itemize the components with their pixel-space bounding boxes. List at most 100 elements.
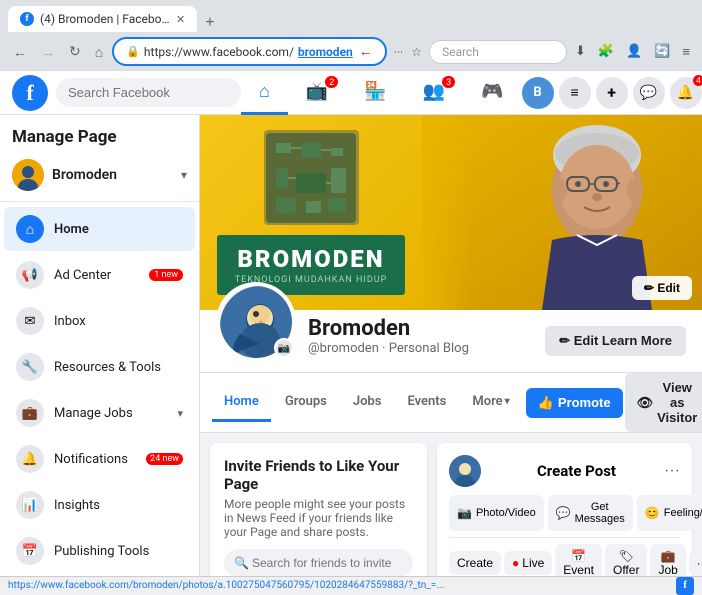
page-content: BROMODEN TEKNOLOGI MUDAHKAN HIDUP — [200, 115, 702, 576]
sidebar-item-notifications[interactable]: 🔔 Notifications 24 new — [4, 437, 195, 481]
page-tab-home[interactable]: Home — [212, 384, 271, 422]
tab-favicon: f — [20, 12, 34, 26]
view-as-visitor-button[interactable]: 👁 View as Visitor — [625, 373, 702, 432]
fb-add-btn[interactable]: + — [596, 77, 628, 109]
notifications-badge: 24 new — [146, 453, 183, 465]
invite-card: Invite Friends to Like Your Page More pe… — [210, 443, 427, 576]
sync-icon[interactable]: 🔄 — [650, 42, 674, 61]
event-button[interactable]: 📅 Event — [555, 544, 602, 576]
status-url: https://www.facebook.com/bromoden/photos… — [8, 580, 444, 591]
new-tab-button[interactable]: + — [197, 14, 222, 32]
content-right: Create Post ··· 📷 Photo/Video 💬 Get Mess… — [437, 443, 692, 576]
sidebar-item-label: Notifications — [54, 452, 136, 467]
photo-video-button[interactable]: 📷 Photo/Video — [449, 495, 544, 531]
address-bar-row: ← → ↻ ⌂ 🔒 https://www.facebook.com/ brom… — [0, 32, 702, 71]
publishing-tools-icon: 📅 — [16, 537, 44, 565]
forward-button[interactable]: → — [36, 41, 60, 63]
page-tab-events[interactable]: Events — [395, 384, 458, 422]
fb-messenger-btn[interactable]: 💬 — [633, 77, 665, 109]
page-tab-groups[interactable]: Groups — [273, 384, 339, 422]
extensions-icon[interactable]: ··· — [391, 43, 406, 61]
refresh-button[interactable]: ↻ — [64, 40, 86, 63]
profile-section: 📷 Bromoden @bromoden · Personal Blog ✏ E… — [200, 310, 702, 373]
fb-bell-btn[interactable]: 🔔 4 — [670, 77, 702, 109]
main-layout: Manage Page Bromoden ▾ ⌂ Home 📢 Ad Cente… — [0, 115, 702, 576]
cover-circuit-board — [264, 130, 359, 225]
promote-tab-button[interactable]: 👍 Promote — [526, 388, 623, 418]
active-tab[interactable]: f (4) Bromoden | Facebook ✕ — [8, 6, 197, 32]
fb-nav-gaming[interactable]: 🎮 — [463, 71, 521, 115]
cover-area: BROMODEN TEKNOLOGI MUDAHKAN HIDUP — [200, 115, 702, 310]
toolbar-icons: ··· ☆ — [391, 43, 425, 61]
feeling-activity-button[interactable]: 😊 Feeling/Activity — [637, 495, 702, 531]
sidebar-item-label: Publishing Tools — [54, 544, 149, 559]
ad-center-badge: 1 new — [149, 269, 183, 281]
fb-search-input[interactable] — [56, 78, 241, 107]
page-tabs: Home Groups Jobs Events More ▾ 👍 Promote… — [200, 373, 702, 433]
insights-icon: 📊 — [16, 491, 44, 519]
job-button[interactable]: 💼 Job — [650, 544, 685, 576]
tab-bar: f (4) Bromoden | Facebook ✕ + — [0, 0, 702, 32]
sidebar-item-label: Ad Center — [54, 268, 139, 283]
tab-title: (4) Bromoden | Facebook — [40, 12, 170, 26]
extensions-menu-icon[interactable]: 🧩 — [594, 42, 618, 61]
download-icon[interactable]: ⬇ — [571, 42, 590, 61]
profile-actions: ✏ Edit Learn More — [545, 326, 686, 362]
lock-icon: 🔒 — [126, 45, 140, 58]
create-post-header: Create Post ··· — [449, 455, 680, 487]
feeling-label: Feeling/Activity — [664, 507, 702, 519]
sidebar-item-inbox[interactable]: ✉ Inbox — [4, 299, 195, 343]
fb-nav-marketplace[interactable]: 🏪 — [346, 71, 404, 115]
create-post-avatar — [449, 455, 481, 487]
edit-learn-more-button[interactable]: ✏ Edit Learn More — [545, 326, 686, 356]
sidebar-item-page-quality[interactable]: ✓ Page Quality — [4, 575, 195, 576]
menu-icon[interactable]: ≡ — [678, 42, 694, 62]
fb-nav-watch[interactable]: 📺 2 — [288, 71, 346, 115]
cover-edit-button[interactable]: ✏ Edit — [632, 276, 692, 300]
offer-button[interactable]: 🏷 Offer — [605, 544, 647, 576]
sidebar-title: Manage Page — [0, 123, 199, 153]
browser-search[interactable]: Search — [429, 40, 567, 64]
sidebar-profile-chevron: ▾ — [181, 168, 187, 182]
sidebar-profile-name: Bromoden — [52, 167, 173, 183]
photo-icon: 📷 — [457, 506, 472, 520]
sidebar-item-home[interactable]: ⌂ Home — [4, 207, 195, 251]
create-button[interactable]: Create — [449, 551, 501, 575]
create-post-more[interactable]: ··· — [664, 462, 680, 480]
url-prefix: https://www.facebook.com/ — [144, 45, 294, 59]
fb-header: f ⌂ 📺 2 🏪 👥 3 🎮 B ≡ + 💬 🔔 4 ▾ — [0, 71, 702, 115]
sidebar-item-label: Resources & Tools — [54, 360, 161, 375]
status-bar: https://www.facebook.com/bromoden/photos… — [0, 576, 702, 594]
star-icon[interactable]: ☆ — [408, 43, 425, 61]
fb-status-icon: f — [676, 577, 694, 595]
address-bar[interactable]: 🔒 https://www.facebook.com/ bromoden ← — [112, 37, 387, 66]
sidebar-profile[interactable]: Bromoden ▾ — [0, 153, 199, 197]
fb-nav-home[interactable]: ⌂ — [241, 71, 288, 115]
page-tab-more[interactable]: More ▾ — [460, 384, 521, 422]
sidebar-item-ad-center[interactable]: 📢 Ad Center 1 new — [4, 253, 195, 297]
sidebar-item-insights[interactable]: 📊 Insights — [4, 483, 195, 527]
sidebar-item-publishing-tools[interactable]: 📅 Publishing Tools — [4, 529, 195, 573]
page-name: Bromoden — [308, 316, 533, 341]
live-button[interactable]: ● Live — [504, 551, 552, 575]
page-tab-jobs[interactable]: Jobs — [341, 384, 394, 422]
tab-close-icon[interactable]: ✕ — [176, 13, 185, 26]
sidebar-item-label: Inbox — [54, 314, 86, 329]
sidebar-item-resources[interactable]: 🔧 Resources & Tools — [4, 345, 195, 389]
watch-badge: 2 — [325, 76, 338, 88]
back-button[interactable]: ← — [8, 41, 32, 63]
sidebar-item-label: Manage Jobs — [54, 406, 167, 421]
get-messages-button[interactable]: 💬 Get Messages — [548, 495, 633, 531]
fb-nav: ⌂ 📺 2 🏪 👥 3 🎮 — [241, 71, 522, 115]
avatar-camera-icon[interactable]: 📷 — [274, 338, 294, 358]
url-highlight: bromoden — [298, 45, 353, 59]
sidebar-item-manage-jobs[interactable]: 💼 Manage Jobs ▾ — [4, 391, 195, 435]
fb-menu-btn[interactable]: ≡ — [559, 77, 591, 109]
profile-icon[interactable]: 👤 — [622, 42, 646, 61]
home-button[interactable]: ⌂ — [90, 41, 108, 63]
page-handle: @bromoden · Personal Blog — [308, 341, 533, 356]
fb-logo[interactable]: f — [12, 75, 48, 111]
fb-nav-groups[interactable]: 👥 3 — [405, 71, 463, 115]
create-more-button[interactable]: ··· — [689, 551, 702, 575]
fb-avatar-btn[interactable]: B — [522, 77, 554, 109]
